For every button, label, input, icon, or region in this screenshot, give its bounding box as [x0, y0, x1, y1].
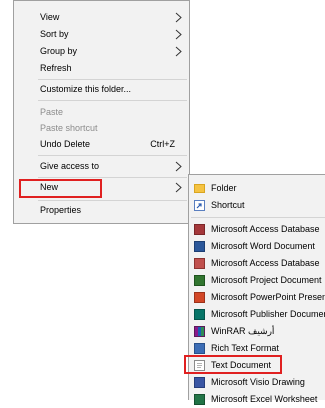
folder-icon: [194, 184, 205, 193]
access-icon: [194, 224, 205, 235]
submenu-item-access-database[interactable]: Microsoft Access Database: [189, 221, 325, 238]
submenu-item-powerpoint[interactable]: Microsoft PowerPoint Presen: [189, 289, 325, 306]
menu-item-label: Paste: [40, 107, 64, 117]
submenu-item-label: Folder: [211, 183, 237, 193]
highlight-box-text-document: [184, 355, 282, 374]
access-icon: [194, 258, 205, 269]
submenu-item-label: Microsoft Project Document: [211, 275, 322, 285]
visio-icon: [194, 377, 205, 388]
menu-item-sort-by[interactable]: Sort by: [14, 26, 189, 43]
menu-separator: [38, 79, 187, 80]
submenu-item-label: Microsoft Visio Drawing: [211, 377, 305, 387]
menu-item-group-by[interactable]: Group by: [14, 43, 189, 60]
submenu-item-label: Microsoft Access Database: [211, 258, 320, 268]
menu-item-refresh[interactable]: Refresh: [14, 60, 189, 77]
menu-item-give-access[interactable]: Give access to: [14, 158, 189, 175]
submenu-item-word-document[interactable]: Microsoft Word Document: [189, 238, 325, 255]
menu-item-label: Undo Delete: [40, 139, 91, 149]
menu-item-view[interactable]: View: [14, 9, 189, 26]
menu-item-paste-shortcut: Paste shortcut: [14, 120, 189, 137]
menu-item-label: Customize this folder...: [40, 84, 132, 94]
submenu-item-project-document[interactable]: Microsoft Project Document: [189, 272, 325, 289]
submenu-item-label: WinRAR أرشيف: [211, 326, 275, 336]
menu-separator: [38, 100, 187, 101]
chevron-right-icon: [175, 29, 182, 40]
word-icon: [194, 241, 205, 252]
submenu-item-access-database-2[interactable]: Microsoft Access Database: [189, 255, 325, 272]
menu-item-label: View: [40, 12, 60, 22]
menu-item-label: Group by: [40, 46, 78, 56]
chevron-right-icon: [175, 12, 182, 23]
menu-separator: [191, 217, 325, 218]
submenu-item-label: Shortcut: [211, 200, 245, 210]
menu-item-undo-delete[interactable]: Undo Delete Ctrl+Z: [14, 136, 189, 153]
menu-item-paste: Paste: [14, 104, 189, 121]
powerpoint-icon: [194, 292, 205, 303]
menu-item-label: Refresh: [40, 63, 72, 73]
publisher-icon: [194, 309, 205, 320]
submenu-item-label: Microsoft Publisher Documer: [211, 309, 325, 319]
chevron-right-icon: [175, 46, 182, 57]
new-submenu: Folder Shortcut Microsoft Access Databas…: [184, 174, 325, 405]
chevron-right-icon: [175, 161, 182, 172]
menu-item-label: Properties: [40, 205, 82, 215]
menu-item-label: Sort by: [40, 29, 69, 39]
project-icon: [194, 275, 205, 286]
chevron-right-icon: [175, 182, 182, 193]
menu-item-properties[interactable]: Properties: [14, 202, 189, 219]
menu-item-label: Give access to: [40, 161, 100, 171]
submenu-item-label: Microsoft PowerPoint Presen: [211, 292, 325, 302]
menu-item-customize-folder[interactable]: Customize this folder...: [14, 81, 189, 98]
submenu-item-publisher[interactable]: Microsoft Publisher Documer: [189, 306, 325, 323]
menu-separator: [38, 177, 187, 178]
context-menu: View Sort by Group by Refresh Customize …: [13, 0, 190, 224]
menu-item-shortcut: Ctrl+Z: [150, 139, 175, 149]
submenu-item-winrar[interactable]: WinRAR أرشيف: [189, 323, 325, 340]
shortcut-icon: [194, 200, 205, 211]
winrar-icon: [194, 326, 205, 337]
submenu-item-label: Microsoft Access Database: [211, 224, 320, 234]
menu-item-label: Paste shortcut: [40, 123, 98, 133]
menu-separator: [38, 155, 187, 156]
highlight-box-new: [19, 179, 102, 198]
submenu-item-shortcut[interactable]: Shortcut: [189, 197, 325, 214]
rtf-icon: [194, 343, 205, 354]
submenu-item-folder[interactable]: Folder: [189, 180, 325, 197]
submenu-item-visio[interactable]: Microsoft Visio Drawing: [189, 374, 325, 391]
submenu-item-label: Microsoft Word Document: [211, 241, 315, 251]
menu-separator: [38, 200, 187, 201]
